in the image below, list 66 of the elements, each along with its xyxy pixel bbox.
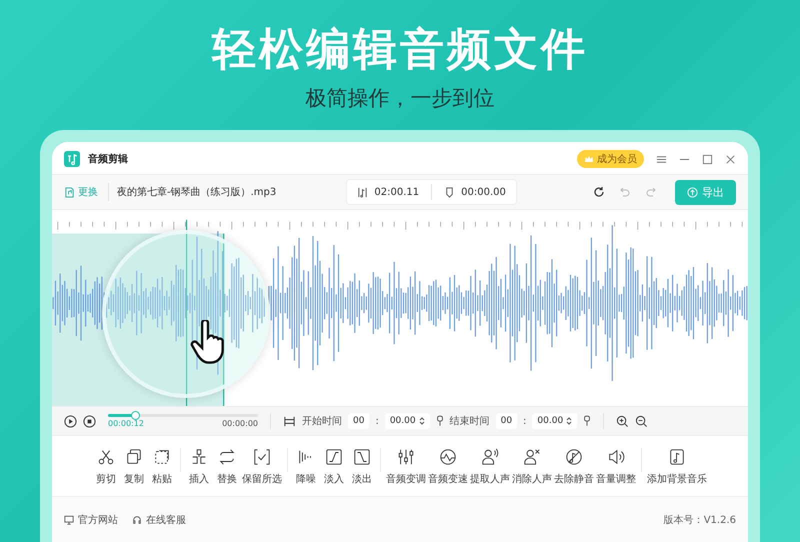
app-title: 音频剪辑 [88, 152, 128, 166]
time-label: 结束时间 [450, 414, 490, 428]
stop-icon[interactable] [83, 414, 96, 428]
file-name: 夜的第七章-钢琴曲（练习版）.mp3 [117, 186, 276, 199]
tool-button[interactable]: 保留所选 [242, 448, 282, 486]
spinner-arrows-icon[interactable] [418, 416, 425, 426]
person-icon [523, 448, 541, 466]
seconds-field[interactable]: 00.00 [384, 413, 430, 429]
tool-button[interactable]: 音量调整 [596, 448, 636, 486]
tool-button[interactable]: 音频变速 [428, 448, 468, 486]
maximize-icon[interactable] [702, 154, 713, 164]
tool-button[interactable]: 音频变调 [386, 448, 426, 486]
subheadline: 极简操作，一步到位 [306, 85, 494, 112]
tool-button[interactable]: 提取人声 [470, 448, 510, 486]
paste-icon [153, 448, 171, 466]
tool-button[interactable]: 插入 [186, 448, 212, 486]
footer-link[interactable]: 在线客服 [132, 512, 186, 526]
tool-button[interactable]: 降噪 [293, 448, 319, 486]
duration-text: 02:00.11 [374, 186, 420, 198]
close-icon[interactable] [725, 154, 736, 164]
sliders-icon [397, 448, 415, 466]
position-text: 00:00.00 [461, 186, 506, 198]
tool-button[interactable]: 粘贴 [149, 448, 175, 486]
person-icon [481, 448, 499, 466]
tool-button[interactable]: 淡出 [349, 448, 375, 486]
tool-button[interactable]: 剪切 [93, 448, 119, 486]
tool-button[interactable]: 消除人声 [512, 448, 552, 486]
zoom-out-icon[interactable] [635, 414, 648, 428]
headset-icon [132, 514, 142, 524]
tool-button[interactable]: 去除静音 [554, 448, 594, 486]
copy-icon [125, 448, 143, 466]
colon-text: : [523, 416, 526, 426]
tool-button[interactable]: 淡入 [321, 448, 347, 486]
footer-link[interactable]: 官方网站 [64, 512, 118, 526]
spinner-arrows-icon[interactable] [566, 416, 572, 426]
tool-button[interactable]: 替换 [214, 448, 240, 486]
version-text: 版本号：V1.2.6 [664, 514, 736, 526]
refresh-icon[interactable] [593, 186, 605, 198]
scissors-icon [97, 448, 115, 466]
total-time: 00:00:00 [222, 419, 258, 428]
monitor-icon [64, 514, 74, 524]
colon-text: : [375, 416, 379, 426]
menu-icon[interactable] [656, 154, 667, 164]
tool-button[interactable]: 添加背景音乐 [647, 448, 707, 486]
tool-button[interactable]: 复制 [121, 448, 147, 486]
upload-icon [687, 186, 698, 198]
vip-button[interactable]: 成为会员 [577, 150, 644, 168]
pin-icon[interactable] [583, 415, 592, 427]
minutes-field[interactable]: 00 [496, 413, 518, 429]
seconds-field[interactable]: 00.00 [532, 413, 578, 429]
music-note-icon [64, 151, 80, 167]
music-file-icon [64, 186, 75, 198]
time-label: 开始时间 [302, 414, 342, 428]
speaker-icon [607, 448, 625, 466]
minutes-field[interactable]: 00 [348, 413, 370, 429]
zoom-in-icon[interactable] [616, 414, 630, 428]
headline: 轻松编辑音频文件 [212, 23, 588, 77]
play-icon[interactable] [64, 414, 77, 428]
current-time: 00:00:12 [108, 419, 144, 428]
range-bracket-icon[interactable] [283, 414, 296, 428]
note-bracket-icon [357, 186, 368, 198]
pin-icon[interactable] [436, 415, 444, 427]
hand-cursor-icon [190, 320, 226, 364]
progress-handle[interactable] [131, 411, 140, 420]
crown-icon [584, 154, 594, 164]
marker-icon [444, 186, 456, 198]
